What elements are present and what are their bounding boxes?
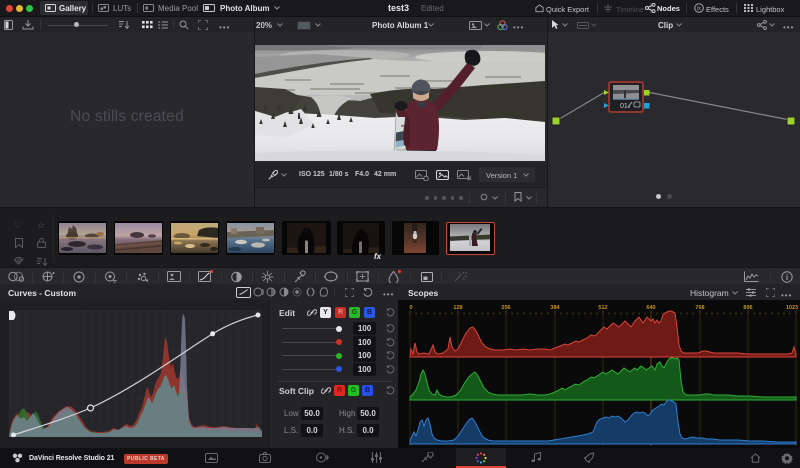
svg-text:128: 128: [453, 305, 462, 311]
svg-text:1023: 1023: [786, 305, 798, 311]
svg-text:256: 256: [501, 305, 510, 311]
svg-text:01: 01: [620, 103, 628, 110]
svg-text:384: 384: [550, 305, 560, 311]
svg-text:768: 768: [695, 305, 704, 311]
svg-text:640: 640: [646, 305, 655, 311]
svg-text:fx: fx: [697, 6, 701, 12]
svg-text:896: 896: [743, 305, 752, 311]
svg-text:0: 0: [409, 305, 412, 311]
svg-text:512: 512: [598, 305, 607, 311]
